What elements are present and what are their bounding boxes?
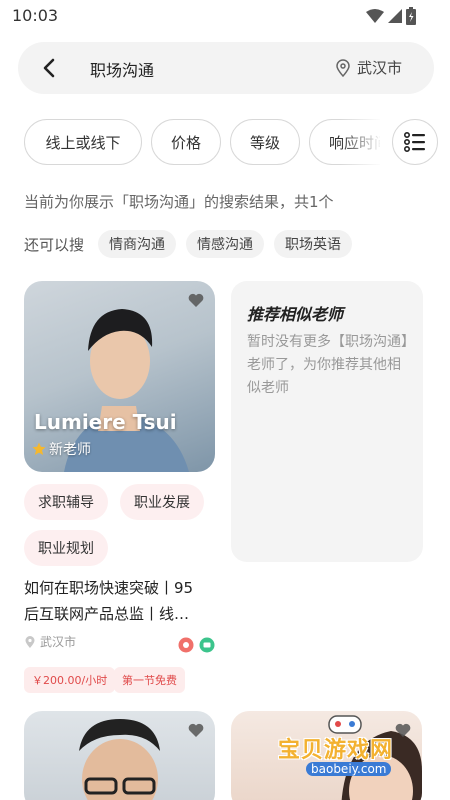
teacher-portrait [79,719,160,800]
filter-level[interactable]: 等级 [230,119,300,165]
filter-price[interactable]: 价格 [151,119,221,165]
status-bar: 10:03 [0,0,450,32]
cert-icons [178,637,215,653]
suggestion-tag[interactable]: 情商沟通 [98,230,177,258]
new-teacher-text: 新老师 [49,442,91,458]
course-title[interactable]: 如何在职场快速突破丨95 后互联网产品总监丨线… [24,575,216,627]
status-time: 10:03 [12,6,59,25]
filter-row: 线上或线下 价格 等级 响应时间 [24,119,380,167]
favorite-icon[interactable] [188,723,204,737]
suggestion-row: 还可以搜 情商沟通 情感沟通 职场英语 [24,230,353,258]
course-title-line: 后互联网产品总监丨线… [24,605,190,623]
signal-icon [388,9,402,23]
list-icon [404,132,425,152]
suggestion-label: 还可以搜 [24,235,85,254]
location-text: 武汉市 [356,59,402,77]
search-bar[interactable]: 职场沟通 武汉市 [18,42,434,94]
list-view-button[interactable] [392,119,438,165]
watermark-text: 宝贝游戏网 [278,738,394,763]
status-icons [366,7,416,25]
back-arrow-icon[interactable] [40,57,60,79]
course-title-line: 如何在职场快速突破丨95 [24,579,194,597]
location-pin-icon [336,58,350,77]
filter-online-offline[interactable]: 线上或线下 [24,119,142,165]
search-query[interactable]: 职场沟通 [90,57,154,81]
certified-badge-icon [199,637,215,653]
suggestion-tag[interactable]: 情感沟通 [186,230,265,258]
location-pin-icon [25,635,35,648]
star-icon [32,442,46,455]
teacher-card-preview[interactable] [24,711,215,800]
teacher-location: 武汉市 [24,633,76,650]
verified-badge-icon [178,637,194,653]
recommend-text: 暂时没有更多【职场沟通】老师了，为你推荐其他相似老师 [247,334,408,396]
skill-tag: 职业发展 [120,484,204,520]
favorite-icon[interactable] [188,293,204,307]
result-summary: 当前为你展示「职场沟通」的搜索结果，共1个 [24,193,334,211]
teacher-photo[interactable]: Lumiere Tsui 新老师 [24,281,215,472]
teacher-location-text: 武汉市 [40,635,77,649]
recommend-panel: 推荐相似老师 暂时没有更多【职场沟通】老师了，为你推荐其他相似老师 [231,281,423,562]
watermark: 宝贝游戏网 baobeiy.com [270,712,420,782]
watermark-url: baobeiy.com [306,762,392,776]
teacher-name: Lumiere Tsui [34,410,177,434]
wifi-icon [366,9,384,23]
new-teacher-badge: 新老师 [32,439,91,459]
free-trial-tag: 第一节免费 [114,667,185,693]
price-tag: ￥200.00/小时 [24,667,116,693]
battery-icon [406,7,416,25]
skill-tag: 职业规划 [24,530,108,566]
location-selector[interactable]: 武汉市 [335,57,402,78]
skill-tag: 求职辅导 [24,484,108,520]
suggestion-tag[interactable]: 职场英语 [274,230,353,258]
filter-fade [340,119,390,167]
recommend-title: 推荐相似老师 [247,305,344,324]
